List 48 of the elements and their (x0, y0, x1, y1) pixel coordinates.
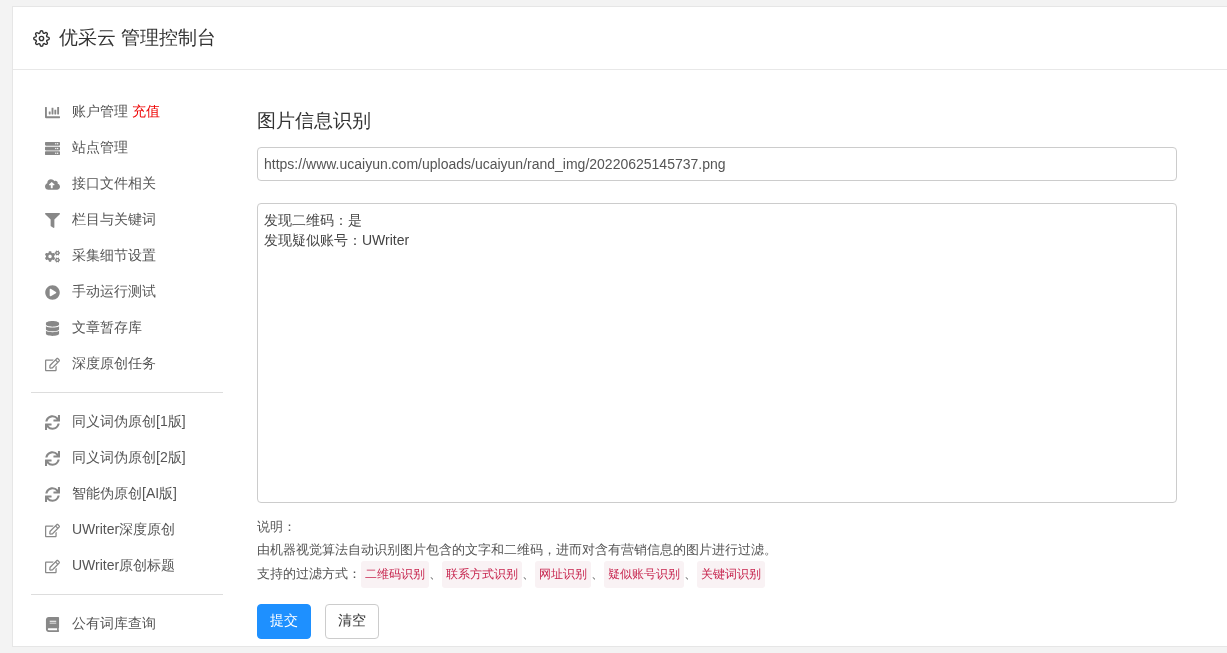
bar-chart-icon (44, 104, 60, 120)
url-input-field[interactable]: https://www.ucaiyun.com/uploads/ucaiyun/rand_img/20220625145737.png (257, 147, 1177, 181)
sidebar-item[interactable]: 文章暂存库 (31, 310, 223, 346)
sidebar-item[interactable]: UWriter深度原创 (31, 512, 223, 548)
edit-icon (44, 356, 60, 372)
sidebar-item[interactable]: 采集细节设置 (31, 238, 223, 274)
notes-description: 由机器视觉算法自动识别图片包含的文字和二维码，进而对含有营销信息的图片进行过滤。 (257, 540, 778, 559)
method-tag: 疑似账号识别 (604, 561, 684, 588)
sidebar-item[interactable]: 公有词库查询 (31, 606, 223, 642)
method-tag: 关键词识别 (697, 561, 765, 588)
server-icon (44, 140, 60, 156)
edit-icon (44, 558, 60, 574)
sidebar-item[interactable]: 站点管理 (31, 130, 223, 166)
sidebar-item[interactable]: 手动运行测试 (31, 274, 223, 310)
sidebar-item[interactable]: 账户管理 充值 (31, 94, 223, 130)
method-tag: 二维码识别 (361, 561, 429, 588)
notes-heading: 说明： (257, 518, 297, 536)
sidebar-item[interactable]: 同义词伪原创[2版] (31, 440, 223, 476)
separator: 、 (591, 565, 604, 583)
methods-label: 支持的过滤方式： (257, 565, 361, 583)
sidebar-item[interactable]: UWriter原创标题 (31, 548, 223, 584)
book-icon (44, 616, 60, 632)
result-line: 发现二维码：是 (264, 211, 363, 230)
settings-icon (33, 29, 50, 47)
console-title: 优采云 管理控制台 (59, 26, 217, 50)
separator: 、 (429, 565, 442, 583)
refresh-icon (44, 450, 60, 466)
clear-button[interactable]: 清空 (325, 603, 379, 639)
database-icon (44, 320, 60, 336)
refresh-icon (44, 486, 60, 502)
method-tag: 网址识别 (535, 561, 591, 588)
refresh-icon (44, 414, 60, 430)
sidebar-item[interactable]: 智能伪原创[AI版] (31, 476, 223, 512)
sidebar-item[interactable]: 同义词伪原创[1版] (31, 404, 223, 440)
play-icon (44, 284, 60, 300)
result-line: 发现疑似账号：UWriter (264, 231, 411, 250)
page-heading: 图片信息识别 (257, 109, 372, 133)
separator: 、 (522, 565, 535, 583)
filter-icon (44, 212, 60, 228)
sidebar-item[interactable]: 接口文件相关 (31, 166, 223, 202)
sidebar-item[interactable]: 深度原创任务 (31, 346, 223, 382)
separator: 、 (684, 565, 697, 583)
edit-icon (44, 522, 60, 538)
sidebar-item[interactable]: 栏目与关键词 (31, 202, 223, 238)
cloud-upload-icon (44, 176, 60, 192)
gears-icon (44, 248, 60, 264)
method-tag: 联系方式识别 (442, 561, 522, 588)
result-box[interactable]: 发现二维码：是 发现疑似账号：UWriter (257, 203, 1177, 503)
